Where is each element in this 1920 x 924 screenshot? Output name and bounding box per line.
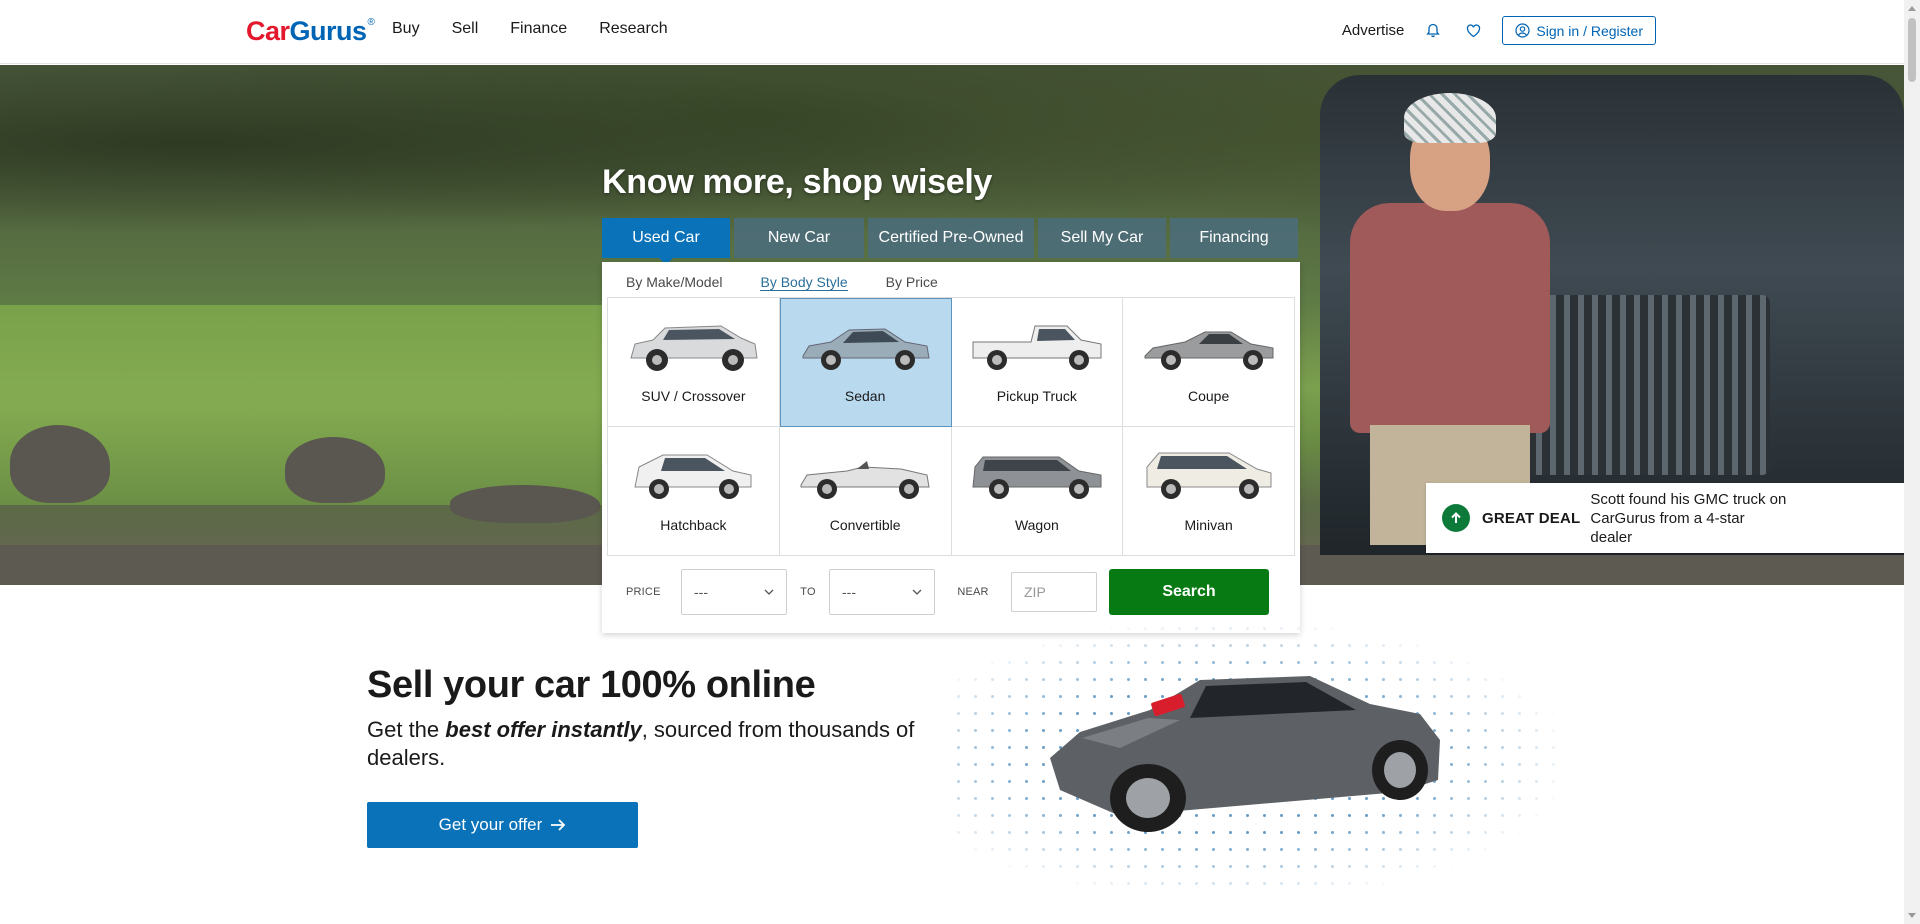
body-style-label: SUV / Crossover (641, 388, 746, 404)
arrow-right-icon (551, 819, 566, 831)
great-deal-banner: GREAT DEAL Scott found his GMC truck on … (1426, 483, 1904, 553)
body-style-hatchback[interactable]: Hatchback (608, 427, 780, 556)
chevron-down-icon (912, 589, 922, 595)
advertise-link[interactable]: Advertise (1342, 22, 1405, 39)
nav-finance[interactable]: Finance (510, 20, 567, 38)
search-button[interactable]: Search (1109, 569, 1269, 615)
search-subtabs: By Make/Model By Body Style By Price (626, 274, 938, 291)
scrollbar-thumb[interactable] (1908, 18, 1916, 82)
convertible-car-image (800, 461, 930, 499)
suv-car-image (630, 325, 758, 371)
body-style-pickup-truck[interactable]: Pickup Truck (951, 298, 1124, 427)
price-filter-row: PRICE --- TO --- NEAR ZIP Search (626, 569, 1286, 615)
heart-icon[interactable] (1462, 20, 1484, 42)
hatchback-car-image (634, 454, 752, 499)
body-style-label: Minivan (1184, 517, 1233, 533)
price-to-value: --- (842, 584, 856, 600)
body-style-label: Sedan (844, 388, 886, 404)
body-style-minivan[interactable]: Minivan (1123, 427, 1295, 556)
sell-subtitle-pre: Get the (367, 717, 446, 742)
nav-buy[interactable]: Buy (392, 20, 420, 38)
logo-car-text: Car (246, 15, 290, 46)
hero-rock (10, 425, 110, 503)
logo-gurus-text: Gurus (289, 15, 368, 46)
minivan-car-image (1146, 452, 1272, 499)
main-nav: Buy Sell Finance Research (392, 20, 668, 38)
body-style-convertible[interactable]: Convertible (779, 427, 952, 556)
header-actions: Advertise Sign in / Register (1342, 16, 1656, 45)
tab-new-car[interactable]: New Car (734, 218, 864, 258)
sell-subtitle-emphasis: best offer instantly (445, 717, 642, 742)
arrow-up-icon (1442, 504, 1470, 532)
tab-sell-my-car[interactable]: Sell My Car (1038, 218, 1166, 258)
scroll-down-arrow[interactable] (1908, 913, 1916, 918)
price-from-select[interactable]: --- (681, 569, 787, 615)
search-panel: By Make/Model By Body Style By Price SUV… (602, 262, 1300, 633)
get-your-offer-button[interactable]: Get your offer (367, 802, 638, 848)
sell-section-title: Sell your car 100% online (367, 664, 816, 706)
great-deal-description: Scott found his GMC truck on CarGurus fr… (1590, 490, 1787, 546)
search-tabs: Used Car New Car Certified Pre-Owned Sel… (602, 218, 1298, 265)
body-style-suv-crossover[interactable]: SUV / Crossover (608, 298, 780, 427)
signin-register-button[interactable]: Sign in / Register (1502, 16, 1656, 45)
body-style-coupe[interactable]: Coupe (1123, 298, 1295, 427)
body-style-sedan[interactable]: Sedan (779, 298, 952, 427)
cargurus-logo[interactable]: Car Gurus ® (246, 14, 375, 48)
hero-person-image (1330, 85, 1560, 545)
page: Car Gurus ® Buy Sell Finance Research Adve… (0, 0, 1920, 924)
price-from-value: --- (694, 584, 708, 600)
tab-financing[interactable]: Financing (1170, 218, 1298, 258)
zip-input[interactable]: ZIP (1011, 572, 1097, 612)
great-deal-label: GREAT DEAL (1482, 509, 1581, 527)
hero-title: Know more, shop wisely (602, 163, 993, 201)
pickup-truck-image (972, 325, 1102, 370)
sedan-car-image (802, 328, 930, 370)
body-style-label: Convertible (829, 517, 901, 533)
body-style-label: Pickup Truck (996, 388, 1077, 404)
zip-placeholder: ZIP (1024, 584, 1046, 600)
signin-label: Sign in / Register (1536, 22, 1643, 39)
subtab-by-body-style[interactable]: By Body Style (760, 274, 848, 291)
body-style-label: Wagon (1014, 517, 1059, 533)
user-circle-icon (1515, 23, 1530, 38)
tab-certified-pre-owned[interactable]: Certified Pre-Owned (868, 218, 1034, 258)
logo-registered-mark: ® (367, 16, 375, 28)
site-header: Car Gurus ® Buy Sell Finance Research Adve… (0, 0, 1904, 64)
hero-rock (285, 437, 385, 503)
body-style-grid: SUV / Crossover Sedan Pickup Truck Coupe… (607, 297, 1295, 556)
subtab-by-make-model[interactable]: By Make/Model (626, 274, 722, 291)
chevron-down-icon (764, 589, 774, 595)
wagon-car-image (972, 456, 1102, 499)
price-to-select[interactable]: --- (829, 569, 935, 615)
to-label: TO (800, 586, 816, 598)
sell-section-subtitle: Get the best offer instantly, sourced fr… (367, 716, 937, 772)
price-label: PRICE (626, 586, 661, 598)
body-style-label: Coupe (1187, 388, 1230, 404)
hero-rock (450, 485, 600, 523)
scroll-up-arrow[interactable] (1908, 6, 1916, 11)
nav-sell[interactable]: Sell (452, 20, 479, 38)
near-label: NEAR (957, 586, 989, 598)
get-offer-label: Get your offer (438, 815, 543, 834)
person-helmet (1404, 93, 1496, 143)
tab-used-car[interactable]: Used Car (602, 218, 730, 265)
person-shirt (1350, 203, 1550, 433)
body-style-label: Hatchback (660, 517, 727, 533)
coupe-car-image (1144, 331, 1274, 370)
sell-car-image (1050, 676, 1440, 832)
bell-icon[interactable] (1422, 20, 1444, 42)
page-scrollbar[interactable] (1904, 0, 1920, 924)
subtab-by-price[interactable]: By Price (886, 274, 938, 291)
nav-research[interactable]: Research (599, 20, 667, 38)
body-style-wagon[interactable]: Wagon (951, 427, 1124, 556)
